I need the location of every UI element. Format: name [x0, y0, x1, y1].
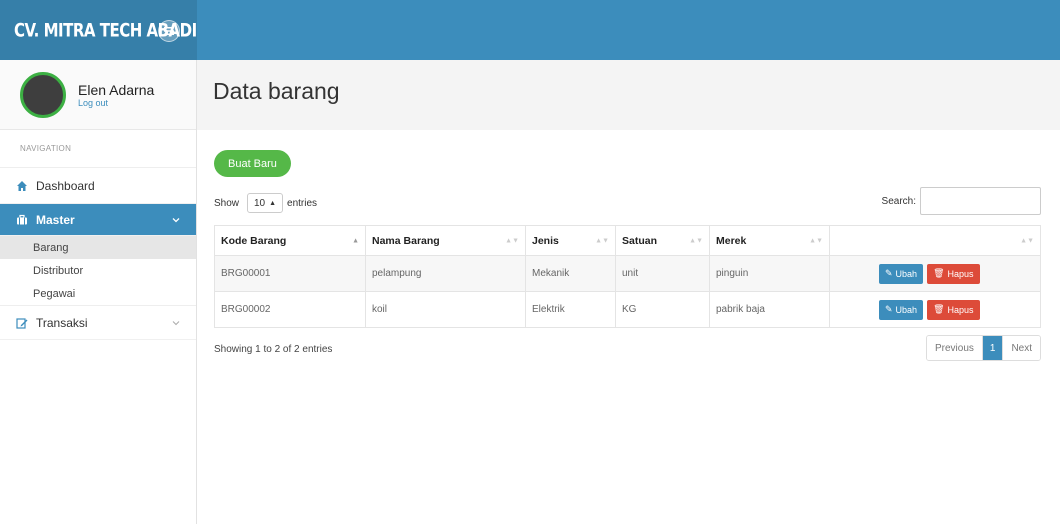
home-icon	[16, 180, 28, 192]
nav-header: NAVIGATION	[0, 130, 196, 168]
sort-icon: ▲▼	[809, 237, 823, 244]
search-input[interactable]	[920, 187, 1041, 215]
search-label: Search:	[881, 195, 916, 207]
pagination-previous[interactable]: Previous	[926, 336, 983, 360]
cell-kode-barang: BRG00002	[214, 291, 366, 328]
sidebar-toggle-button[interactable]	[158, 20, 180, 42]
row-actions: ✎ Ubah 🗑︎ Hapus	[836, 263, 1034, 284]
edit-button[interactable]: ✎ Ubah	[879, 299, 924, 320]
cell-jenis: Elektrik	[525, 291, 616, 328]
column-header-kode-barang[interactable]: Kode Barang ▲	[214, 225, 366, 256]
user-panel: Elen Adarna Log out	[0, 60, 196, 130]
entries-length-control: Show 10 ▲︎ entries	[214, 193, 317, 213]
edit-label: Ubah	[895, 304, 918, 315]
avatar	[20, 71, 66, 118]
trash-icon: 🗑︎	[933, 268, 945, 278]
sidebar-item-dashboard[interactable]: Dashboard	[0, 168, 196, 204]
sidebar-item-label: Master	[36, 212, 75, 227]
cell-kode-barang: BRG00001	[214, 255, 366, 292]
delete-label: Hapus	[947, 268, 974, 279]
show-label: Show	[214, 197, 240, 209]
edit-icon: ✎	[885, 304, 893, 314]
hamburger-icon	[164, 27, 174, 35]
sidebar-item-label: Dashboard	[36, 178, 95, 193]
column-header-merek[interactable]: Merek ▲▼	[709, 225, 830, 256]
cell-nama-barang: koil	[365, 291, 526, 328]
cell-satuan: KG	[615, 291, 710, 328]
logout-link[interactable]: Log out	[78, 98, 154, 108]
edit-button[interactable]: ✎ Ubah	[879, 263, 924, 284]
user-name: Elen Adarna	[78, 81, 155, 98]
column-header-label: Jenis	[532, 234, 559, 247]
sidebar-subitem-distributor[interactable]: Distributor	[0, 259, 196, 282]
cell-merek: pabrik baja	[709, 291, 830, 328]
table-row: BRG00001 pelampung Mekanik unit pinguin …	[214, 255, 1041, 292]
table-info: Showing 1 to 2 of 2 entries	[214, 344, 333, 355]
sidebar-item-master[interactable]: Master	[0, 204, 196, 236]
page-title: Data barang	[213, 78, 340, 104]
edit-label: Ubah	[895, 268, 918, 279]
column-header-jenis[interactable]: Jenis ▲▼	[525, 225, 616, 256]
sidebar: Elen Adarna Log out NAVIGATION Dashboard…	[0, 60, 197, 524]
delete-label: Hapus	[947, 304, 974, 315]
create-new-button[interactable]: Buat Baru	[214, 150, 291, 177]
column-header-nama-barang[interactable]: Nama Barang ▲▼	[365, 225, 526, 256]
search-control: Search:	[882, 187, 1041, 215]
cell-merek: pinguin	[709, 255, 830, 292]
entries-label: entries	[287, 197, 318, 209]
delete-button[interactable]: 🗑︎ Hapus	[927, 299, 980, 320]
briefcase-icon	[16, 214, 28, 226]
sort-icon: ▲▼	[1020, 237, 1034, 244]
column-header-label: Kode Barang	[221, 234, 287, 247]
sidebar-item-transaksi[interactable]: Transaksi	[0, 305, 196, 340]
row-actions: ✎ Ubah 🗑︎ Hapus	[836, 299, 1034, 320]
delete-button[interactable]: 🗑︎ Hapus	[927, 263, 980, 284]
trash-icon: 🗑︎	[933, 304, 945, 314]
cell-satuan: unit	[615, 255, 710, 292]
pagination-page-1[interactable]: 1	[982, 336, 1003, 360]
column-header-label: Merek	[716, 234, 747, 247]
user-info: Elen Adarna Log out	[78, 82, 154, 108]
column-header-label: Nama Barang	[372, 234, 440, 247]
entries-select-value: 10	[253, 197, 266, 209]
sidebar-subitem-pegawai[interactable]: Pegawai	[0, 282, 196, 305]
column-header-label: Satuan	[622, 234, 658, 247]
sort-icon: ▲▼	[505, 237, 519, 244]
select-arrows-icon: ▲︎	[269, 199, 277, 207]
brand-area: CV. MITRA TECH ABADI	[0, 0, 197, 60]
sidebar-item-label: Transaksi	[36, 315, 88, 330]
chevron-down-icon	[172, 217, 180, 222]
main-content: Data barang Buat Baru Show 10 ▲︎ entries…	[197, 60, 1060, 524]
edit-icon	[16, 317, 28, 329]
pagination: Previous 1 Next	[925, 335, 1041, 361]
page-header: Data barang	[197, 60, 1060, 130]
edit-icon: ✎	[885, 268, 893, 278]
data-table: Kode Barang ▲ Nama Barang ▲▼ Jenis ▲▼ Satua…	[214, 225, 1041, 328]
cell-nama-barang: pelampung	[365, 255, 526, 292]
cell-actions: ✎ Ubah 🗑︎ Hapus	[829, 255, 1041, 292]
pagination-next[interactable]: Next	[1002, 336, 1040, 360]
content-box: Buat Baru Show 10 ▲︎ entries Search: Kod…	[197, 130, 1060, 524]
sort-icon: ▲▼	[689, 237, 703, 244]
entries-select[interactable]: 10 ▲︎	[247, 193, 284, 213]
table-header-row: Kode Barang ▲ Nama Barang ▲▼ Jenis ▲▼ Satua…	[214, 225, 1041, 256]
sort-icon: ▲▼	[595, 237, 609, 244]
table-row: BRG00002 koil Elektrik KG pabrik baja ✎ U…	[214, 291, 1041, 328]
chevron-down-icon	[172, 320, 180, 325]
cell-jenis: Mekanik	[525, 255, 616, 292]
column-header-satuan[interactable]: Satuan ▲▼	[615, 225, 710, 256]
cell-actions: ✎ Ubah 🗑︎ Hapus	[829, 291, 1041, 328]
column-header-actions[interactable]: ▲▼	[829, 225, 1041, 256]
top-navbar: CV. MITRA TECH ABADI	[0, 0, 1060, 60]
sidebar-subitem-barang[interactable]: Barang	[0, 236, 196, 259]
sort-asc-icon: ▲	[352, 237, 359, 244]
